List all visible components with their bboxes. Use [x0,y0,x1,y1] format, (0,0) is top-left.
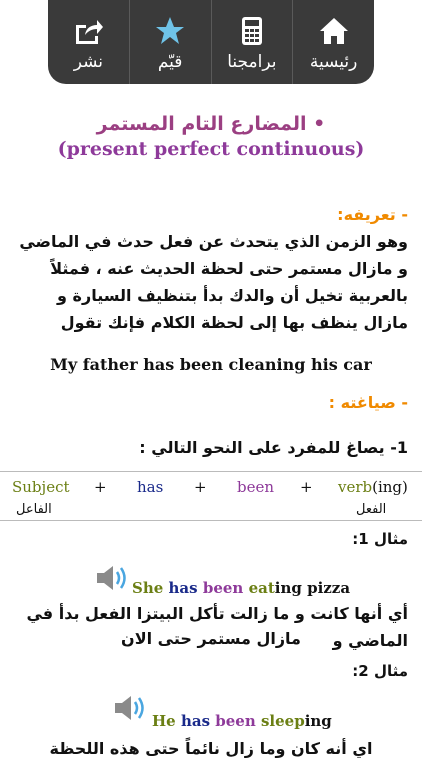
home-button[interactable]: رئيسية [293,0,374,84]
example-1-translation-line2: مازال مستمر حتى الان [121,629,301,648]
example-1-label: مثال 1: [352,530,408,548]
formula-table: Subject + has + been + verb(ing) الفاعل … [0,471,422,521]
definition-text: وهو الزمن الذي يتحدث عن فعل حدث في الماض… [19,232,408,332]
our-apps-label: برامجنا [227,52,277,72]
star-icon [155,16,185,46]
formula-subject: Subject [12,478,70,496]
home-icon [319,16,349,46]
formula-verb: verb(ing) [338,478,408,496]
subject-arabic: الفاعل [16,502,52,517]
home-label: رئيسية [309,52,358,72]
verb-arabic: الفعل [356,502,387,517]
share-label: نشر [73,52,104,72]
lesson-title-arabic: • المضارع التام المستمر [96,113,326,135]
example-2-sentence: He has been sleeping [152,712,332,730]
rate-button[interactable]: قيّم [130,0,212,84]
formation-rule: 1- يصاغ للمفرد على النحو التالي : [139,438,408,457]
example-2-label: مثال 2: [352,662,408,680]
speaker-icon[interactable] [114,693,148,723]
example-2-translation: اي أنه كان وما زال نائماً حتى هذه اللحظة [49,739,373,758]
example-1-sentence: She has been eating pizza [132,579,351,597]
main-example-sentence: My father has been cleaning his car [50,355,372,374]
apps-icon [237,16,267,46]
share-icon [73,16,104,46]
formula-plus-2: + [194,478,207,496]
formula-row: Subject + has + been + verb(ing) [0,478,422,500]
definition-heading: - تعريفه: [337,205,408,224]
share-button[interactable]: نشر [48,0,130,84]
speaker-icon[interactable] [96,563,130,593]
our-apps-button[interactable]: برامجنا [212,0,294,84]
formation-heading: - صياغته : [328,393,408,412]
formula-plus-3: + [300,478,313,496]
formula-been: been [237,478,275,496]
rate-label: قيّم [157,52,183,72]
formula-plus-1: + [94,478,107,496]
top-toolbar: نشر قيّم برامجنا رئيسية [48,0,374,84]
lesson-title-english: (present perfect continuous) [57,138,365,160]
formula-has: has [137,478,164,496]
